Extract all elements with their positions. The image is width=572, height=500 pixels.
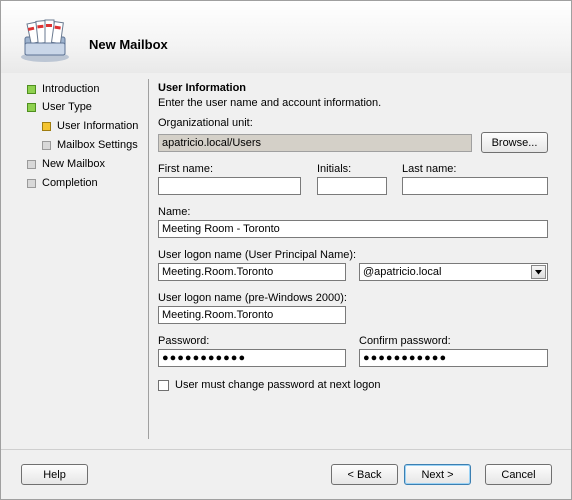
help-button[interactable]: Help [21,464,88,485]
upn-label: User logon name (User Principal Name): [158,249,357,261]
must-change-password-label: User must change password at next logon [175,379,381,391]
mailbox-icon [21,19,69,62]
last-name-input[interactable] [402,177,548,195]
domain-select-value: @apatricio.local [363,266,442,278]
initials-label: Initials: [317,163,352,175]
back-button[interactable]: < Back [331,464,398,485]
nav-item-mailbox-settings[interactable]: Mailbox Settings [42,137,138,153]
dropdown-arrow-icon[interactable] [531,265,546,279]
upn-input[interactable] [158,263,346,281]
org-unit-label: Organizational unit: [158,117,253,129]
nav-item-user-information[interactable]: User Information [42,118,138,134]
nav-divider [148,79,149,439]
first-name-label: First name: [158,163,214,175]
status-complete-icon [27,84,36,94]
pre2000-label: User logon name (pre-Windows 2000): [158,292,347,304]
status-pending-icon [27,159,36,169]
org-unit-field: apatricio.local/Users [158,134,472,152]
browse-button[interactable]: Browse... [481,132,548,153]
name-input[interactable] [158,220,548,238]
status-current-icon [42,121,51,131]
cancel-button[interactable]: Cancel [485,464,552,485]
status-complete-icon [27,102,36,112]
pre2000-input[interactable] [158,306,346,324]
nav-item-user-type[interactable]: User Type [27,99,92,115]
password-input[interactable]: ●●●●●●●●●●● [158,349,346,367]
status-pending-icon [42,140,51,150]
last-name-label: Last name: [402,163,457,175]
first-name-input[interactable] [158,177,301,195]
nav-item-introduction[interactable]: Introduction [27,81,99,97]
nav-item-label: User Type [42,101,92,113]
status-pending-icon [27,178,36,188]
name-label: Name: [158,206,191,218]
next-button[interactable]: Next > [404,464,471,485]
domain-select[interactable]: @apatricio.local [359,263,548,281]
confirm-password-label: Confirm password: [359,335,451,347]
nav-item-label: Completion [42,177,98,189]
password-label: Password: [158,335,210,347]
nav-item-label: Mailbox Settings [57,139,138,151]
nav-item-label: User Information [57,120,139,132]
confirm-password-input[interactable]: ●●●●●●●●●●● [359,349,548,367]
wizard-title: New Mailbox [89,37,168,52]
section-description: Enter the user name and account informat… [158,97,382,109]
nav-item-label: New Mailbox [42,158,105,170]
footer-divider [1,449,571,450]
new-mailbox-wizard-window: New Mailbox Introduction User Type User … [0,0,572,500]
wizard-header: New Mailbox [1,1,571,73]
nav-item-label: Introduction [42,83,100,95]
section-title: User Information [158,82,247,94]
nav-item-new-mailbox[interactable]: New Mailbox [27,156,105,172]
nav-item-completion[interactable]: Completion [27,175,98,191]
initials-input[interactable] [317,177,387,195]
must-change-password-checkbox[interactable] [158,380,169,391]
